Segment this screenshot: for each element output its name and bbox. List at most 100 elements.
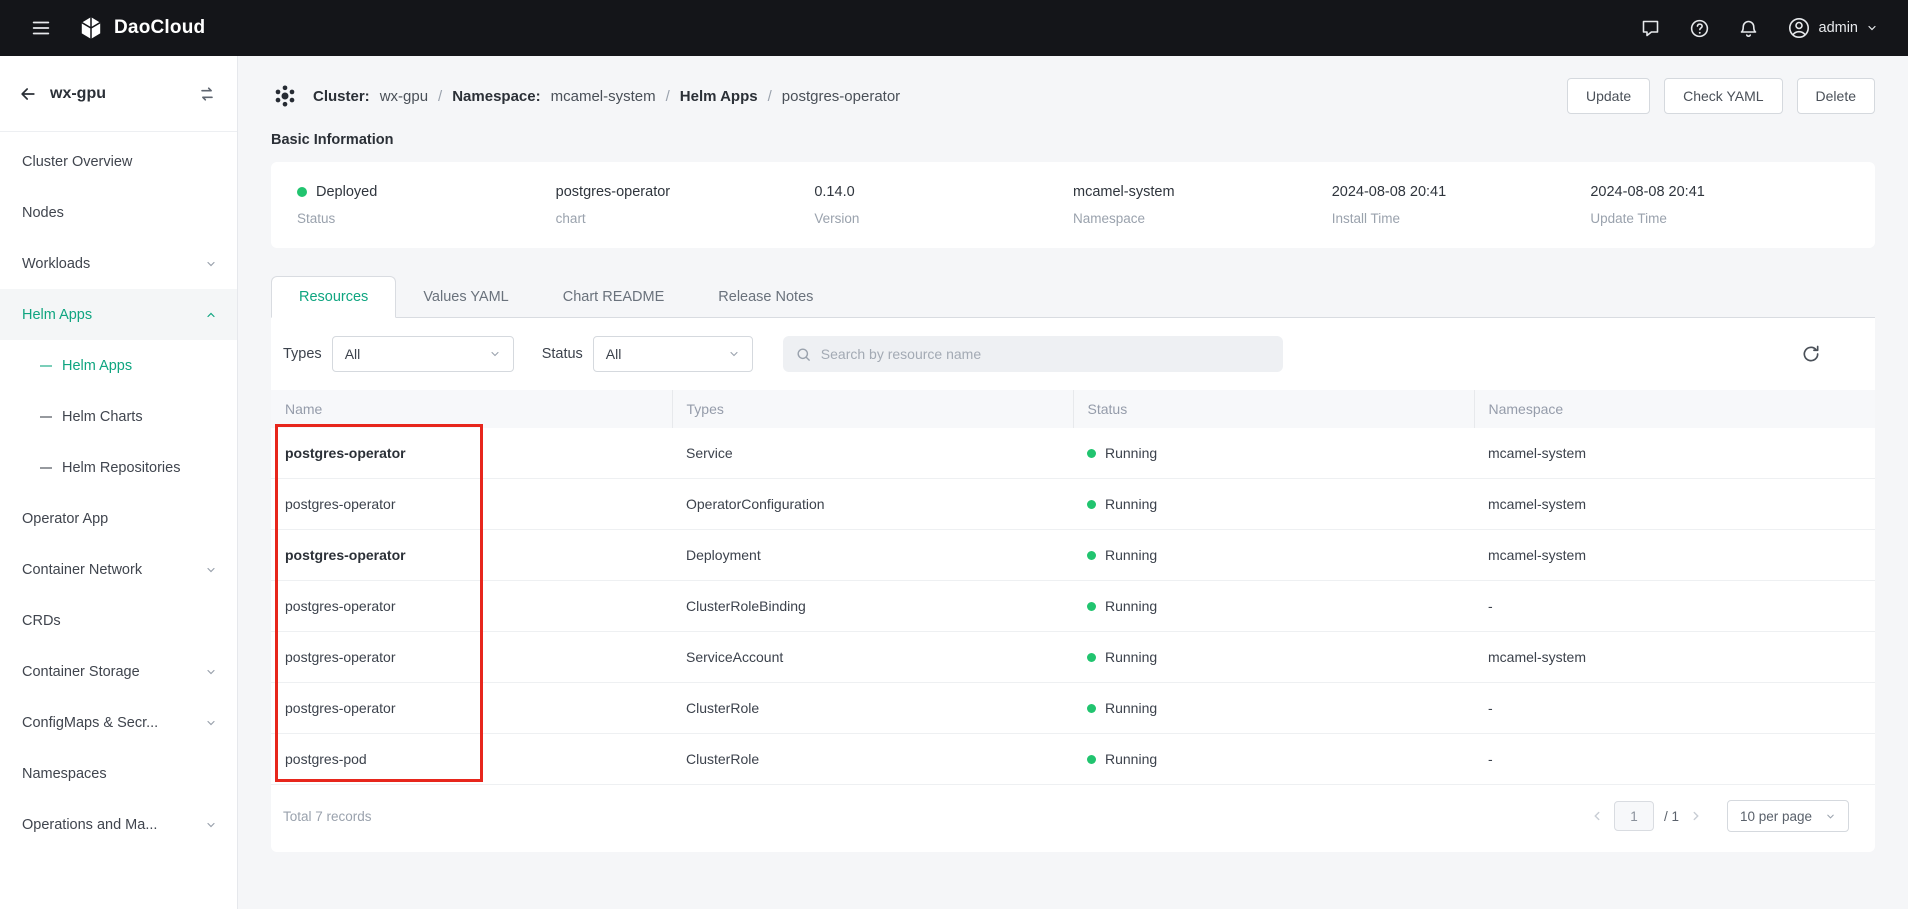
sidebar-item-namespaces[interactable]: Namespaces — [0, 748, 237, 799]
sidebar-item-cluster-overview[interactable]: Cluster Overview — [0, 136, 237, 187]
table-row: postgres-operator OperatorConfiguration … — [271, 479, 1875, 530]
sidebar-item-operator-app[interactable]: Operator App — [0, 493, 237, 544]
page-size-select[interactable]: 10 per page — [1727, 800, 1849, 832]
deployed-status-dot — [297, 187, 307, 197]
resource-type: ServiceAccount — [672, 632, 1073, 683]
sidebar-item-workloads[interactable]: Workloads — [0, 238, 237, 289]
sidebar-item-crds[interactable]: CRDs — [0, 595, 237, 646]
column-header-status[interactable]: Status — [1073, 390, 1474, 428]
page-number-input[interactable] — [1614, 801, 1654, 831]
chevron-down-icon — [728, 348, 740, 360]
sidebar-item-container-network[interactable]: Container Network — [0, 544, 237, 595]
breadcrumb-item: postgres-operator — [782, 88, 900, 105]
tab-bar: Resources Values YAML Chart README Relea… — [271, 276, 1875, 318]
tab-values-yaml[interactable]: Values YAML — [396, 276, 535, 317]
breadcrumb-namespace-label: Namespace: — [452, 88, 540, 105]
column-header-namespace[interactable]: Namespace — [1474, 390, 1875, 428]
resource-namespace: - — [1474, 683, 1875, 734]
status-filter-label: Status — [542, 346, 583, 362]
resource-name: postgres-operator — [271, 428, 672, 479]
resource-status: Running — [1073, 734, 1474, 785]
resource-name: postgres-operator — [271, 632, 672, 683]
switch-cluster-icon[interactable] — [197, 84, 217, 104]
table-row: postgres-pod ClusterRole Running - — [271, 734, 1875, 785]
resource-status: Running — [1073, 632, 1474, 683]
resources-table: Name Types Status Namespace postgres-ope… — [271, 390, 1875, 785]
sidebar-nav: Cluster Overview Nodes Workloads Helm Ap… — [0, 132, 237, 850]
sidebar: wx-gpu Cluster Overview Nodes Workloads … — [0, 56, 238, 909]
tab-chart-readme[interactable]: Chart README — [536, 276, 692, 317]
sidebar-item-container-storage[interactable]: Container Storage — [0, 646, 237, 697]
resource-type: Deployment — [672, 530, 1073, 581]
info-field-install-time: 2024-08-08 20:41 Install Time — [1332, 184, 1591, 226]
update-button[interactable]: Update — [1567, 78, 1650, 114]
resource-namespace: - — [1474, 734, 1875, 785]
next-page-icon[interactable] — [1689, 809, 1703, 823]
column-header-types[interactable]: Types — [672, 390, 1073, 428]
resource-type: Service — [672, 428, 1073, 479]
breadcrumb-separator: / — [768, 88, 772, 105]
tab-release-notes[interactable]: Release Notes — [691, 276, 840, 317]
sidebar-item-configmaps-secrets[interactable]: ConfigMaps & Secr... — [0, 697, 237, 748]
chevron-up-icon — [205, 309, 217, 321]
refresh-icon[interactable] — [1801, 344, 1821, 364]
table-row: postgres-operator Deployment Running mca… — [271, 530, 1875, 581]
status-filter-select[interactable]: All — [593, 336, 753, 372]
status-dot — [1087, 653, 1096, 662]
resources-table-wrap: Name Types Status Namespace postgres-ope… — [271, 390, 1875, 785]
basic-information-card: Deployed Status postgres-operator chart … — [271, 162, 1875, 248]
messages-icon[interactable] — [1640, 18, 1661, 39]
notifications-icon[interactable] — [1738, 18, 1759, 39]
sidebar-item-nodes[interactable]: Nodes — [0, 187, 237, 238]
back-arrow-icon[interactable] — [18, 84, 38, 104]
breadcrumb-section[interactable]: Helm Apps — [680, 88, 758, 105]
avatar-icon — [1787, 16, 1811, 40]
sidebar-subitem-helm-charts[interactable]: Helm Charts — [0, 391, 237, 442]
table-row: postgres-operator Service Running mcamel… — [271, 428, 1875, 479]
brand-logo[interactable]: DaoCloud — [78, 15, 205, 41]
resource-namespace: - — [1474, 581, 1875, 632]
sidebar-subitem-helm-repositories[interactable]: Helm Repositories — [0, 442, 237, 493]
info-field-namespace: mcamel-system Namespace — [1073, 184, 1332, 226]
table-row: postgres-operator ServiceAccount Running… — [271, 632, 1875, 683]
resource-namespace: mcamel-system — [1474, 428, 1875, 479]
status-dot — [1087, 704, 1096, 713]
breadcrumb-namespace-value[interactable]: mcamel-system — [551, 88, 656, 105]
status-dot — [1087, 755, 1096, 764]
info-field-chart: postgres-operator chart — [556, 184, 815, 226]
menu-icon[interactable] — [30, 17, 52, 39]
sidebar-item-helm-apps[interactable]: Helm Apps — [0, 289, 237, 340]
types-filter-select[interactable]: All — [332, 336, 514, 372]
sidebar-item-operations[interactable]: Operations and Ma... — [0, 799, 237, 850]
previous-page-icon[interactable] — [1590, 809, 1604, 823]
chevron-down-icon — [205, 258, 217, 270]
chevron-down-icon — [205, 717, 217, 729]
resource-status: Running — [1073, 683, 1474, 734]
delete-button[interactable]: Delete — [1797, 78, 1875, 114]
resource-type: OperatorConfiguration — [672, 479, 1073, 530]
total-records: Total 7 records — [283, 809, 372, 824]
search-input[interactable] — [821, 346, 1271, 362]
table-row: postgres-operator ClusterRole Running - — [271, 683, 1875, 734]
dash-icon — [40, 467, 52, 469]
sidebar-cluster-name: wx-gpu — [50, 85, 106, 103]
brand-name: DaoCloud — [114, 17, 205, 39]
user-menu[interactable]: admin — [1787, 16, 1879, 40]
resource-namespace: mcamel-system — [1474, 530, 1875, 581]
help-icon[interactable] — [1689, 18, 1710, 39]
sidebar-subitem-helm-apps[interactable]: Helm Apps — [0, 340, 237, 391]
resource-name: postgres-operator — [271, 530, 672, 581]
info-field-version: 0.14.0 Version — [814, 184, 1073, 226]
tab-resources[interactable]: Resources — [271, 276, 396, 318]
dash-icon — [40, 365, 52, 367]
status-dot — [1087, 500, 1096, 509]
chevron-down-icon — [205, 564, 217, 576]
breadcrumb-cluster-value[interactable]: wx-gpu — [380, 88, 428, 105]
status-dot — [1087, 449, 1096, 458]
breadcrumb: Cluster: wx-gpu / Namespace: mcamel-syst… — [271, 82, 900, 110]
page-total: / 1 — [1664, 809, 1679, 824]
chevron-down-icon — [489, 348, 501, 360]
check-yaml-button[interactable]: Check YAML — [1664, 78, 1782, 114]
resource-status: Running — [1073, 428, 1474, 479]
column-header-name[interactable]: Name — [271, 390, 672, 428]
